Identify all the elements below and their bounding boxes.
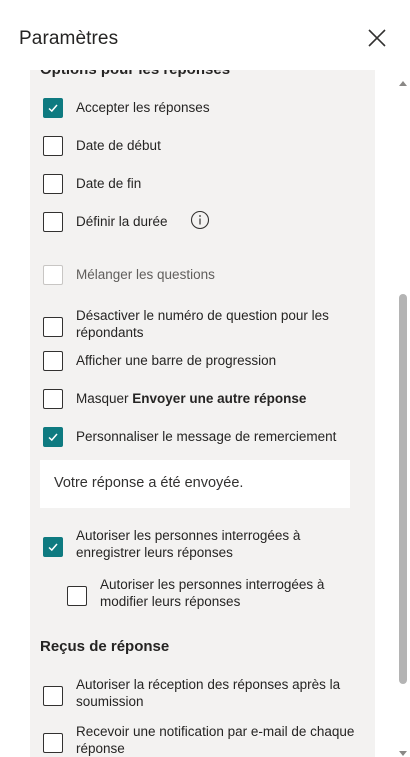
checkbox-box[interactable]: [43, 351, 63, 371]
checkbox-label: Autoriser la réception des réponses aprè…: [76, 677, 341, 709]
scrollbar-thumb[interactable]: [399, 294, 407, 684]
settings-content: Options pour les réponses Accepter les r…: [30, 70, 375, 757]
checkbox-label: Autoriser les personnes interrogées à mo…: [100, 577, 325, 609]
checkmark-icon: [48, 543, 58, 552]
checkbox-label: Mélanger les questions: [76, 267, 215, 282]
checkbox-label: Masquer Envoyer une autre réponse: [76, 390, 356, 407]
checkbox-label: Accepter les réponses: [76, 100, 210, 115]
checkbox-box[interactable]: [43, 174, 63, 194]
checkbox-box[interactable]: [43, 265, 63, 285]
scroll-down-arrow-icon[interactable]: [399, 745, 407, 756]
scroll-up-arrow-icon[interactable]: [399, 74, 407, 86]
checkbox-label: Afficher une barre de progression: [76, 353, 277, 368]
checkmark-icon: [48, 433, 58, 442]
close-icon: [368, 29, 386, 47]
checkbox-box[interactable]: [43, 98, 63, 118]
checkbox-box[interactable]: [43, 427, 63, 447]
thank-you-message-input[interactable]: Votre réponse a été envoyée.: [40, 460, 350, 508]
checkbox-box[interactable]: [43, 136, 63, 156]
checkbox-box[interactable]: [43, 537, 63, 557]
panel-header: Paramètres: [0, 0, 410, 70]
checkmark-icon: [48, 104, 58, 113]
checkbox-box[interactable]: [43, 686, 63, 706]
checkbox-label: Date de fin: [76, 176, 142, 191]
section-title-responses: Options pour les réponses: [40, 70, 230, 78]
checkbox-box[interactable]: [43, 212, 63, 232]
section-title-receipts: Reçus de réponse: [40, 638, 170, 655]
vertical-scrollbar[interactable]: [396, 70, 410, 757]
info-icon[interactable]: [190, 210, 210, 230]
checkbox-label: Date de début: [76, 138, 161, 153]
checkbox-box[interactable]: [43, 389, 63, 409]
checkbox-box[interactable]: [43, 733, 63, 753]
panel-title: Paramètres: [19, 28, 119, 49]
checkbox-label: Désactiver le numéro de question pour le…: [76, 308, 329, 340]
checkbox-box[interactable]: [43, 317, 63, 337]
checkbox-label: Définir la durée: [76, 214, 168, 229]
checkbox-label: Personnaliser le message de remerciement: [76, 429, 337, 444]
close-button[interactable]: [364, 25, 390, 51]
checkbox-label: Autoriser les personnes interrogées à en…: [76, 528, 301, 560]
checkbox-box[interactable]: [67, 586, 87, 606]
checkbox-label-prefix: Masquer: [76, 391, 129, 406]
checkbox-label-bold: Envoyer une autre réponse: [132, 391, 307, 406]
checkbox-label: Recevoir une notification par e-mail de …: [76, 724, 355, 756]
